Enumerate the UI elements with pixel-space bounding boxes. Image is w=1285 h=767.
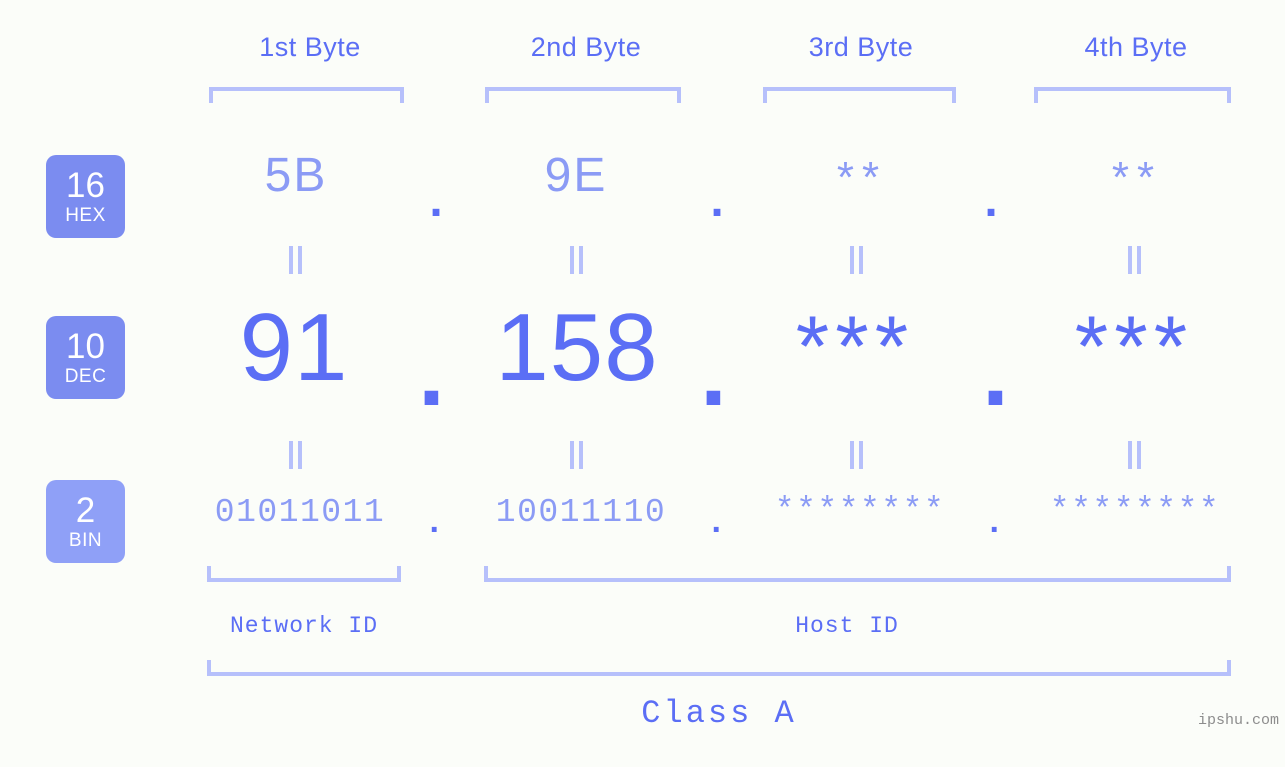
base-badge-dec-name: DEC: [64, 366, 107, 387]
byte-header-2: 2nd Byte: [530, 32, 642, 62]
equals-mark-dec-bin-1: [289, 441, 303, 469]
hex-value-byte-3: **: [836, 153, 888, 202]
hex-separator-3: .: [984, 174, 1000, 227]
byte-bracket-3: [763, 87, 956, 103]
base-badge-bin-name: BIN: [68, 530, 103, 551]
host-id-bracket: [484, 566, 1231, 582]
dec-value-byte-3: ***: [795, 299, 915, 395]
equals-mark-dec-bin-2: [570, 441, 584, 469]
ip-address-breakdown-diagram: 1st Byte 2nd Byte 3rd Byte 4th Byte 16 H…: [0, 0, 1285, 767]
hex-separator-2: .: [710, 174, 726, 227]
host-id-label: Host ID: [795, 613, 899, 639]
equals-mark-hex-dec-4: [1128, 246, 1142, 274]
byte-bracket-4: [1034, 87, 1231, 103]
byte-header-3: 3rd Byte: [808, 32, 914, 62]
network-id-bracket: [207, 566, 401, 582]
bin-separator-2: .: [711, 502, 723, 540]
base-badge-hex-name: HEX: [65, 205, 106, 226]
bin-value-byte-1: 01011011: [214, 494, 386, 531]
equals-mark-hex-dec-3: [850, 246, 864, 274]
equals-mark-hex-dec-1: [289, 246, 303, 274]
hex-value-byte-2: 9E: [544, 149, 608, 202]
byte-header-4: 4th Byte: [1084, 32, 1188, 62]
base-badge-bin-number: 2: [75, 491, 96, 530]
byte-bracket-2: [485, 87, 681, 103]
base-badge-hex-number: 16: [66, 166, 105, 205]
equals-mark-dec-bin-3: [850, 441, 864, 469]
class-label: Class A: [641, 695, 797, 732]
hex-value-byte-4: **: [1111, 153, 1163, 202]
base-badge-bin: 2 BIN: [46, 480, 125, 563]
dec-separator-1: .: [418, 319, 446, 426]
bin-separator-1: .: [429, 502, 441, 540]
class-bracket: [207, 660, 1231, 676]
dec-value-byte-1: 91: [239, 294, 349, 401]
network-id-label: Network ID: [229, 613, 379, 639]
watermark: ipshu.com: [1197, 712, 1279, 729]
equals-mark-dec-bin-4: [1128, 441, 1142, 469]
equals-mark-hex-dec-2: [570, 246, 584, 274]
hex-value-byte-1: 5B: [264, 149, 328, 202]
dec-value-byte-4: ***: [1074, 299, 1194, 395]
dec-value-byte-2: 158: [495, 294, 659, 401]
bin-value-byte-4: ********: [1049, 492, 1221, 529]
bin-value-byte-2: 10011110: [495, 494, 667, 531]
base-badge-hex: 16 HEX: [46, 155, 125, 238]
byte-header-1: 1st Byte: [259, 32, 361, 62]
base-badge-dec: 10 DEC: [46, 316, 125, 399]
bin-value-byte-3: ********: [774, 492, 946, 529]
byte-bracket-1: [209, 87, 404, 103]
base-badge-dec-number: 10: [66, 327, 105, 366]
